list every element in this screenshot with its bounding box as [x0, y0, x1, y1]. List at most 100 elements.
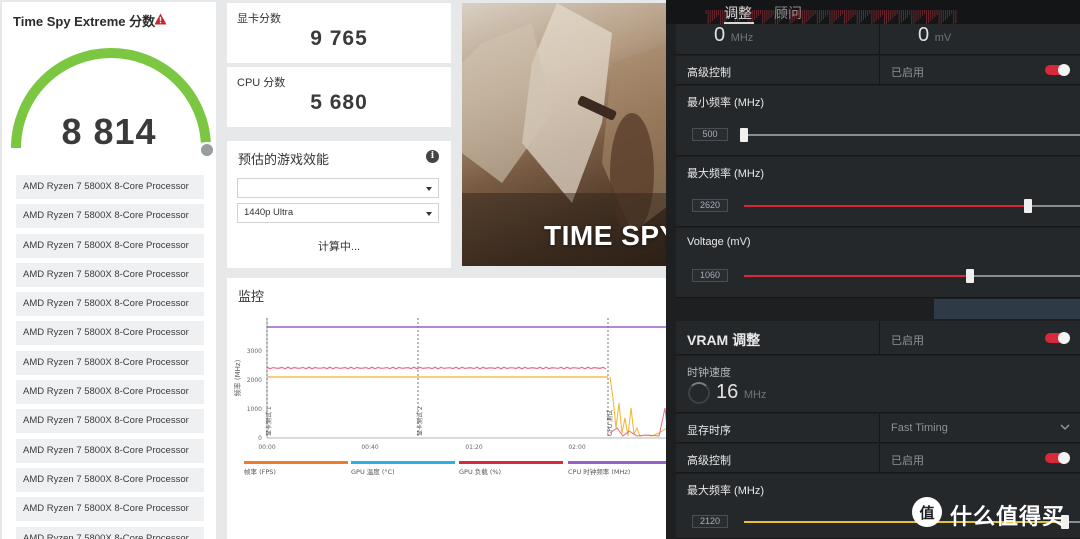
cpu-list-item[interactable]: AMD Ryzen 7 5800X 8-Core Processor	[16, 233, 204, 258]
row-divider	[879, 24, 880, 54]
cpu-list-item[interactable]: AMD Ryzen 7 5800X 8-Core Processor	[16, 467, 204, 492]
y-axis-label: 频率 (MHz)	[233, 359, 242, 396]
legend-swatch	[351, 461, 455, 464]
cpu-list-item[interactable]: AMD Ryzen 7 5800X 8-Core Processor	[16, 497, 204, 522]
y-tick-label: 0	[258, 435, 262, 442]
radeon-tuning-panel: 调整 顾问 0 MHz 0 mV 高级控制 已启用 最小频率 (MHz) 500…	[666, 0, 1080, 539]
vram-clock-label: 时钟速度	[687, 367, 731, 379]
info-icon[interactable]: i	[426, 150, 439, 163]
monitoring-card: 监控 频率 (MHz) 3000 2000 1000 0 00:00 00:40 01:20 0…	[227, 278, 672, 539]
cpu-list-item[interactable]: AMD Ryzen 7 5800X 8-Core Processor	[16, 526, 204, 539]
freq-offset-number: 0	[714, 24, 726, 46]
calculating-status: 计算中...	[317, 241, 361, 253]
chevron-down-icon	[426, 212, 432, 216]
legend-swatch	[244, 461, 348, 464]
min-frequency-row: 最小频率 (MHz) 500	[676, 86, 1080, 156]
y-tick-label: 2000	[247, 377, 262, 384]
cpu-list: AMD Ryzen 7 5800X 8-Core Processor AMD Ry…	[16, 175, 204, 539]
max-frequency-slider[interactable]	[744, 199, 1080, 213]
game-select[interactable]	[237, 178, 439, 198]
voltage-offset-unit: mV	[934, 32, 952, 44]
legend-label: CPU 时钟频率 (MHz)	[568, 467, 630, 476]
cpu-list-item[interactable]: AMD Ryzen 7 5800X 8-Core Processor	[16, 262, 204, 287]
tab-tuning[interactable]: 调整	[724, 3, 752, 23]
gpu-advanced-control-toggle[interactable]	[1045, 64, 1070, 76]
min-frequency-slider[interactable]	[740, 128, 1080, 142]
cpu-list-item[interactable]: AMD Ryzen 7 5800X 8-Core Processor	[16, 204, 204, 229]
chevron-down-icon[interactable]	[1060, 424, 1070, 431]
vram-clock-unit: MHz	[743, 389, 767, 401]
legend-label: GPU 负载 (%)	[459, 467, 501, 476]
y-tick-label: 3000	[247, 348, 262, 355]
vram-advanced-control-toggle[interactable]	[1045, 452, 1070, 464]
gpu-score-value: 9 765	[310, 27, 368, 50]
resolution-select-value: 1440p Ultra	[244, 207, 294, 218]
vram-max-frequency-input[interactable]: 2120	[692, 515, 728, 528]
smzdm-watermark: 值 什么值得买	[912, 497, 1072, 529]
memory-timing-label: 显存时序	[687, 425, 731, 437]
cpu-list-item[interactable]: AMD Ryzen 7 5800X 8-Core Processor	[16, 175, 204, 199]
x-tick-label: 02:00	[568, 444, 585, 451]
legend-swatch	[568, 461, 672, 464]
max-frequency-row: 最大频率 (MHz) 2620	[676, 157, 1080, 227]
vram-max-frequency-label: 最大频率 (MHz)	[687, 485, 764, 497]
banner-title: TIME SPY	[544, 220, 672, 251]
vram-advanced-control-label: 高级控制	[687, 455, 731, 467]
max-frequency-thumb[interactable]	[1023, 199, 1032, 213]
score-title: Time Spy Extreme 分数	[13, 14, 156, 29]
row-divider	[879, 414, 880, 442]
gpu-score-card: 显卡分数 9 765	[227, 3, 451, 63]
max-frequency-label: 最大频率 (MHz)	[687, 168, 764, 180]
gpu-score-label: 显卡分数	[237, 13, 281, 25]
min-frequency-thumb[interactable]	[740, 128, 748, 142]
x-tick-label: 00:40	[361, 444, 378, 451]
voltage-label: Voltage (mV)	[687, 236, 751, 248]
series-gpu-clock	[266, 366, 607, 370]
vram-clock-row: 时钟速度 16 MHz	[676, 356, 1080, 413]
min-frequency-input[interactable]: 500	[692, 128, 728, 141]
vram-tuning-toggle[interactable]	[1045, 332, 1070, 344]
voltage-fill	[744, 275, 971, 277]
resolution-select[interactable]: 1440p Ultra	[237, 203, 439, 223]
voltage-thumb[interactable]	[966, 269, 975, 283]
overall-score-card: Time Spy Extreme 分数 8 814 AMD Ryzen 7 58…	[2, 2, 216, 539]
overall-score-value: 8 814	[61, 111, 157, 152]
top-values-row: 0 MHz 0 mV	[676, 24, 1080, 55]
tab-advisor[interactable]: 顾问	[774, 3, 802, 23]
x-tick-label: 00:00	[258, 444, 275, 451]
chevron-down-icon	[426, 187, 432, 191]
smzdm-logo-mark: 值	[919, 504, 934, 522]
radeon-top-bar: 调整 顾问	[666, 0, 1080, 24]
cpu-list-item[interactable]: AMD Ryzen 7 5800X 8-Core Processor	[16, 292, 204, 317]
row-divider	[879, 56, 880, 84]
vram-tuning-status: 已启用	[891, 335, 924, 347]
loading-spinner-icon	[688, 382, 710, 404]
cpu-list-item[interactable]: AMD Ryzen 7 5800X 8-Core Processor	[16, 409, 204, 434]
row-divider	[879, 444, 880, 472]
max-frequency-input[interactable]: 2620	[692, 199, 728, 212]
legend-label: 帧率 (FPS)	[244, 467, 276, 476]
voltage-offset-number: 0	[918, 24, 930, 46]
monitoring-chart: 频率 (MHz) 3000 2000 1000 0 00:00 00:40 01:20 02:0…	[233, 318, 672, 476]
vram-clock-value: 16 MHz	[716, 381, 766, 404]
max-frequency-fill	[744, 205, 1028, 207]
cpu-list-item[interactable]: AMD Ryzen 7 5800X 8-Core Processor	[16, 350, 204, 375]
background-strip	[934, 299, 1080, 319]
vram-advanced-control-row: 高级控制 已启用	[676, 444, 1080, 473]
legend-label: GPU 温度 (°C)	[351, 467, 395, 476]
test-marker-label: 显卡测试 1	[265, 406, 273, 436]
cpu-list-item[interactable]: AMD Ryzen 7 5800X 8-Core Processor	[16, 380, 204, 405]
time-spy-banner: TIME SPY	[462, 3, 672, 266]
voltage-row: Voltage (mV) 1060	[676, 228, 1080, 298]
vram-advanced-control-status: 已启用	[891, 455, 924, 467]
cpu-score-card: CPU 分数 5 680	[227, 67, 451, 127]
voltage-slider[interactable]	[744, 269, 1080, 283]
memory-timing-select[interactable]: Fast Timing	[891, 422, 948, 434]
cpu-list-item[interactable]: AMD Ryzen 7 5800X 8-Core Processor	[16, 438, 204, 463]
row-divider	[879, 321, 880, 354]
vram-tuning-row: VRAM 调整 已启用	[676, 321, 1080, 355]
cpu-score-label: CPU 分数	[237, 77, 286, 89]
cpu-list-item[interactable]: AMD Ryzen 7 5800X 8-Core Processor	[16, 321, 204, 346]
gpu-advanced-control-row: 高级控制 已启用	[676, 56, 1080, 85]
voltage-input[interactable]: 1060	[692, 269, 728, 282]
